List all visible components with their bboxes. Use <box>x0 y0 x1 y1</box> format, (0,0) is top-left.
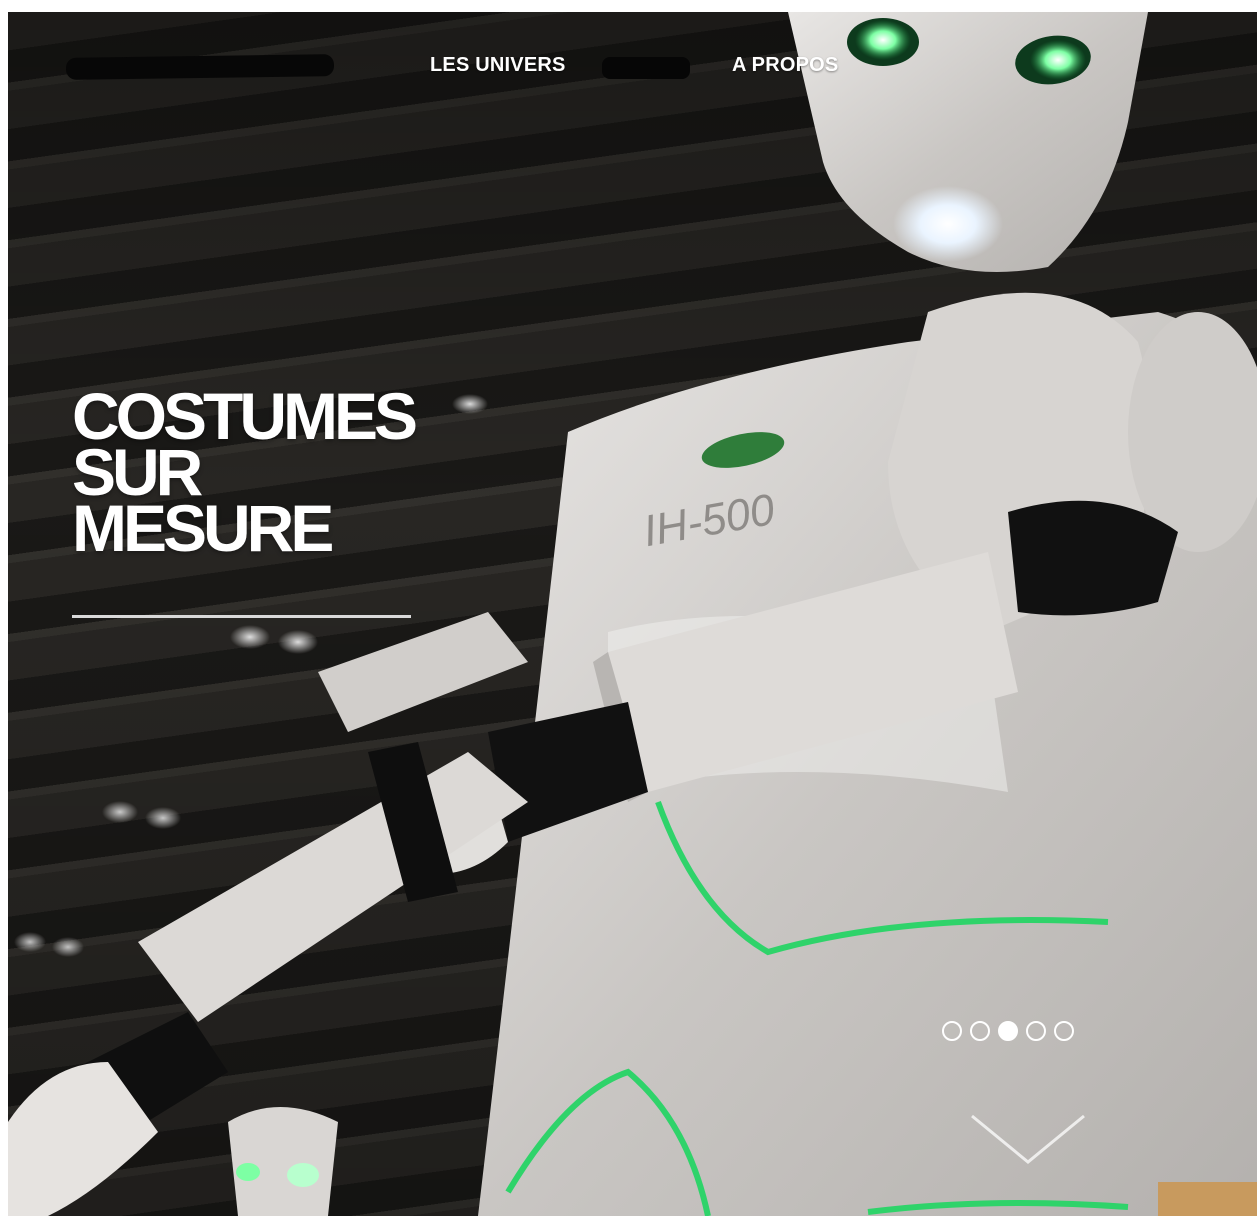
hero-headline: COSTUMES SUR MESURE <box>72 383 418 565</box>
carousel-dot-5[interactable] <box>1054 1021 1074 1041</box>
headline-line-3: MESURE <box>72 491 334 565</box>
carousel-dot-3[interactable] <box>998 1021 1018 1041</box>
carousel-pagination <box>942 1021 1074 1041</box>
nav-item-les-univers[interactable]: LES UNIVERS <box>430 54 566 77</box>
nav-item-a-propos[interactable]: A PROPOS <box>732 54 838 77</box>
carousel-dot-2[interactable] <box>970 1021 990 1041</box>
headline-divider <box>72 615 411 618</box>
carousel-dot-1[interactable] <box>942 1021 962 1041</box>
nav-item-redacted[interactable] <box>602 57 690 79</box>
carousel-dot-4[interactable] <box>1026 1021 1046 1041</box>
chevron-down-icon[interactable] <box>966 1108 1090 1170</box>
top-navigation: LES UNIVERS A PROPOS <box>8 12 1257 122</box>
hero-banner: IH-500 LES UNIVERS A PROPOS COSTUMES SUR… <box>8 12 1257 1216</box>
site-logo-redacted[interactable] <box>65 54 335 80</box>
